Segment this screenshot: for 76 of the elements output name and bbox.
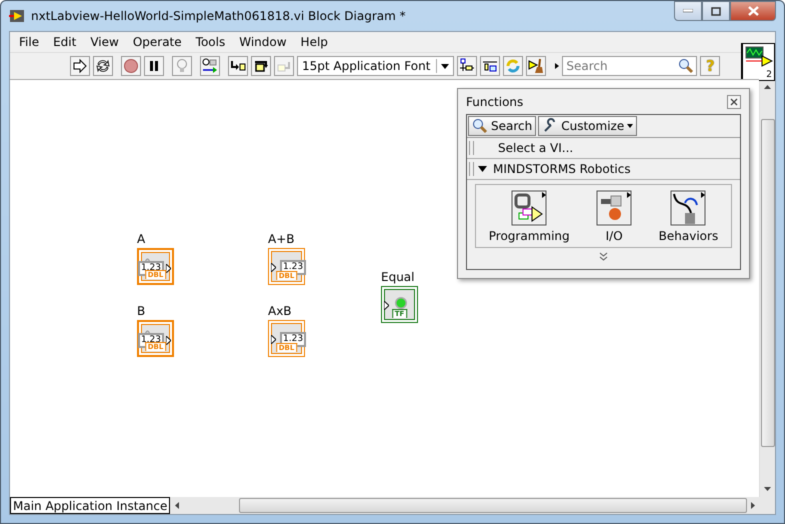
input-arrow-icon — [271, 335, 276, 344]
palette-item[interactable]: Programming — [488, 189, 570, 243]
input-arrow-icon — [271, 263, 276, 272]
close-button[interactable] — [730, 1, 776, 21]
terminal-label: B — [137, 304, 146, 318]
expand-triangle-icon — [478, 166, 487, 172]
application-instance-label: Main Application Instance — [10, 497, 170, 514]
horizontal-scrollbar[interactable] — [170, 497, 775, 514]
vertical-scrollbar[interactable] — [759, 79, 775, 497]
probe-icon — [202, 58, 218, 74]
step-into-button[interactable] — [228, 56, 248, 76]
menu-item[interactable]: Operate — [126, 35, 189, 49]
output-arrow-icon — [166, 264, 171, 273]
labview-icon — [9, 9, 25, 23]
close-button[interactable] — [727, 95, 741, 109]
menu-item[interactable]: Tools — [188, 35, 232, 49]
caret-icon — [441, 64, 450, 68]
highlight-execution-button[interactable] — [172, 56, 192, 76]
run-continuously-button[interactable] — [93, 56, 113, 76]
programming-icon — [510, 189, 548, 227]
abort-button[interactable] — [121, 56, 141, 76]
search-field[interactable]: Search — [562, 56, 698, 76]
minimize-button[interactable] — [674, 1, 702, 21]
palette-item[interactable]: Behaviors — [658, 189, 718, 243]
retain-wire-values-button[interactable] — [200, 56, 220, 76]
scroll-down-icon[interactable] — [764, 487, 771, 491]
pause-button[interactable] — [144, 56, 164, 76]
run-button[interactable] — [70, 56, 90, 76]
cycle-arrows-icon — [95, 58, 111, 74]
step-over-button[interactable] — [251, 56, 271, 76]
terminal-label: AxB — [268, 304, 293, 318]
search-icon — [472, 118, 488, 134]
palette-title: Functions — [466, 95, 524, 109]
path-icon — [669, 189, 708, 227]
customize-button[interactable]: Customize — [538, 116, 638, 136]
broom-icon — [528, 58, 544, 74]
align-icon — [459, 58, 476, 74]
maximize-button[interactable] — [702, 1, 730, 21]
terminal-label: Equal — [381, 270, 416, 284]
minimize-icon — [683, 9, 693, 13]
search-button[interactable]: Search — [468, 116, 536, 136]
close-icon — [748, 6, 758, 16]
led-icon — [394, 296, 408, 310]
menu-item[interactable]: Help — [294, 35, 335, 49]
stop-icon — [123, 58, 139, 74]
menu-item[interactable]: File — [12, 35, 46, 49]
font-dropdown[interactable]: 15pt Application Font — [297, 56, 454, 76]
menu-item[interactable]: Edit — [46, 35, 84, 49]
search-icon — [678, 58, 694, 74]
palette-item[interactable]: I/O — [595, 189, 634, 243]
scroll-right-icon[interactable] — [751, 502, 755, 509]
motor-icon — [595, 189, 634, 227]
clean-up-diagram-button[interactable] — [526, 56, 546, 76]
lightbulb-icon — [174, 58, 190, 74]
step-over-icon — [253, 58, 269, 74]
scroll-up-icon[interactable] — [764, 85, 771, 89]
terminal-label: A — [137, 232, 146, 246]
align-objects-button[interactable] — [457, 56, 478, 76]
expand-arrow-icon[interactable] — [554, 62, 560, 70]
menu-item[interactable]: Window — [232, 35, 294, 49]
menu-item[interactable]: View — [83, 35, 126, 49]
distribute-objects-button[interactable] — [480, 56, 500, 76]
output-arrow-icon — [166, 336, 171, 345]
expand-more-icon[interactable] — [599, 252, 608, 261]
input-arrow-icon — [384, 301, 389, 310]
terminal-label: A+B — [268, 232, 296, 246]
scroll-left-icon[interactable] — [175, 502, 180, 509]
connector-count: 2 — [766, 70, 772, 80]
close-icon — [730, 98, 738, 106]
window-title: nxtLabview-HelloWorld-SimpleMath061818.vi Block Diagram * — [31, 9, 407, 23]
caret-icon — [627, 124, 634, 128]
reorder-arrows-icon — [505, 58, 522, 74]
maximize-icon — [711, 6, 721, 16]
arrow-icon — [72, 58, 88, 74]
palette-category[interactable]: MINDSTORMS Robotics — [478, 162, 631, 176]
palette-item[interactable]: Select a VI... — [478, 141, 574, 155]
